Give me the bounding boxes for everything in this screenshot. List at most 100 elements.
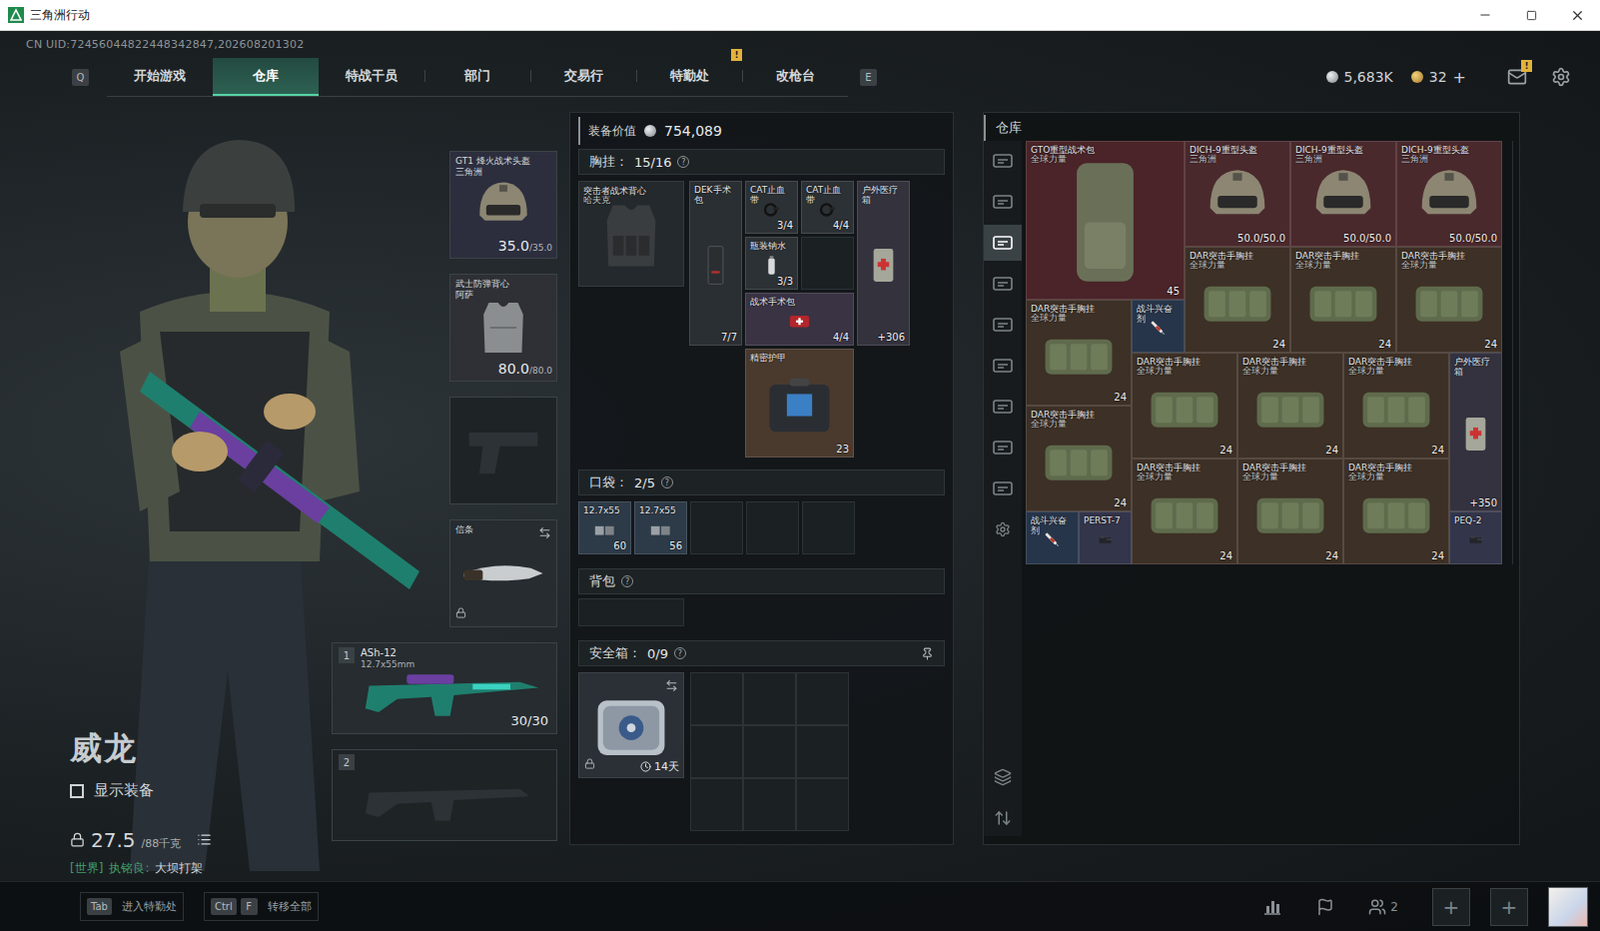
warehouse-tab[interactable] bbox=[983, 265, 1022, 302]
inventory-item[interactable]: 户外医疗箱+306 bbox=[856, 180, 910, 346]
add-currency-button[interactable]: + bbox=[1453, 67, 1467, 87]
safe-cell[interactable] bbox=[743, 778, 797, 831]
safe-box[interactable]: 14天 bbox=[578, 672, 685, 779]
warehouse-tab[interactable] bbox=[983, 183, 1022, 220]
help-button[interactable]: ? bbox=[677, 155, 690, 168]
player-avatar[interactable] bbox=[1548, 886, 1589, 927]
nav-tab[interactable]: 开始游戏 bbox=[106, 57, 213, 96]
inventory-item[interactable]: DAR突击手胸挂全球力量24 bbox=[1131, 352, 1238, 459]
safe-cell[interactable] bbox=[690, 725, 744, 779]
pin-button[interactable] bbox=[920, 647, 934, 661]
scrollbar[interactable] bbox=[1512, 140, 1514, 565]
safe-cell[interactable] bbox=[796, 672, 849, 726]
inventory-item[interactable]: DAR突击手胸挂全球力量24 bbox=[1396, 246, 1503, 353]
safe-cell[interactable] bbox=[796, 725, 849, 779]
melee-slot[interactable]: 信条 bbox=[449, 519, 558, 628]
rifle-icon bbox=[338, 768, 551, 834]
mail-button[interactable]: ! bbox=[1502, 61, 1533, 92]
inventory-item[interactable]: PERST-7 bbox=[1078, 511, 1132, 565]
inventory-item[interactable]: PEQ-2 bbox=[1449, 511, 1503, 565]
settings-button[interactable] bbox=[1546, 61, 1577, 92]
inventory-item[interactable]: 战术手术包4/4 bbox=[745, 292, 854, 346]
warehouse-settings[interactable] bbox=[983, 511, 1022, 548]
helmet-slot[interactable]: GT1 烽火战术头盔三角洲35.0/35.0 bbox=[449, 150, 558, 259]
inventory-item[interactable]: DEK手术包7/7 bbox=[689, 180, 743, 346]
next-tab-key[interactable]: E bbox=[859, 68, 877, 86]
inventory-item[interactable]: DICH-9重型头盔三角洲50.0/50.0 bbox=[1396, 140, 1503, 247]
flag-button[interactable] bbox=[1316, 897, 1335, 916]
maximize-button[interactable] bbox=[1508, 0, 1555, 31]
inventory-item[interactable]: DAR突击手胸挂全球力量24 bbox=[1131, 458, 1238, 565]
party-slot[interactable]: + bbox=[1432, 887, 1471, 926]
warehouse-tab[interactable] bbox=[983, 429, 1022, 466]
key-hint[interactable]: CtrlF转移全部 bbox=[203, 891, 319, 921]
armor-slot[interactable]: 武士防弹背心阿萨80.0/80.0 bbox=[449, 273, 558, 382]
minimize-button[interactable] bbox=[1462, 0, 1509, 31]
nav-tab[interactable]: 特战干员 bbox=[318, 57, 425, 96]
help-button[interactable]: ? bbox=[674, 647, 687, 660]
nav-tab[interactable]: 特勤处! bbox=[636, 57, 743, 96]
inventory-item[interactable]: 12.7x5560 bbox=[578, 501, 632, 555]
inventory-item[interactable]: DICH-9重型头盔三角洲50.0/50.0 bbox=[1184, 140, 1291, 247]
nav-tab[interactable]: 改枪台 bbox=[742, 57, 848, 96]
safe-cell[interactable] bbox=[743, 672, 797, 726]
list-icon[interactable] bbox=[196, 831, 212, 847]
pocket-slot[interactable] bbox=[690, 501, 744, 555]
chest-rig[interactable]: 突击者战术背心哈夫克 bbox=[578, 180, 685, 287]
swap-button[interactable] bbox=[665, 677, 679, 697]
nav-tab[interactable]: 部门 bbox=[424, 57, 531, 96]
prev-tab-key[interactable]: Q bbox=[71, 68, 89, 86]
pocket-slot[interactable] bbox=[801, 501, 855, 555]
show-gear-toggle[interactable]: 显示装备 bbox=[69, 781, 322, 800]
help-button[interactable]: ? bbox=[621, 575, 634, 588]
title-bar: 三角洲行动 bbox=[0, 0, 1600, 31]
inventory-item[interactable]: 战斗兴奋剂 bbox=[1025, 511, 1079, 565]
inventory-item[interactable]: CAT止血带4/4 bbox=[800, 180, 854, 234]
inventory-item[interactable]: CAT止血带3/4 bbox=[745, 180, 799, 234]
inventory-item[interactable]: 户外医疗箱+350 bbox=[1449, 352, 1503, 512]
inventory-item[interactable]: DAR突击手胸挂全球力量24 bbox=[1025, 405, 1132, 512]
weapon-slot[interactable]: 2 bbox=[331, 749, 558, 841]
inventory-item[interactable]: 战斗兴奋剂 bbox=[1131, 299, 1185, 353]
sort-button[interactable] bbox=[983, 800, 1022, 836]
stats-button[interactable] bbox=[1262, 897, 1283, 916]
stack-button[interactable] bbox=[983, 759, 1022, 796]
safe-cell[interactable] bbox=[690, 778, 744, 831]
inventory-item[interactable]: DAR突击手胸挂全球力量24 bbox=[1025, 299, 1132, 406]
close-button[interactable] bbox=[1554, 0, 1600, 31]
inventory-item[interactable]: DAR突击手胸挂全球力量24 bbox=[1343, 352, 1450, 459]
pocket-slot[interactable] bbox=[746, 501, 800, 555]
pistol-slot[interactable] bbox=[449, 396, 558, 505]
key-hint[interactable]: Tab进入特勤处 bbox=[79, 891, 184, 921]
weapon-slot[interactable]: 1ASh-1212.7x55mm30/30 bbox=[331, 642, 558, 735]
inventory-item[interactable]: GTO重型战术包全球力量45 bbox=[1025, 140, 1185, 300]
show-gear-checkbox[interactable] bbox=[69, 784, 84, 799]
warehouse-tab[interactable] bbox=[983, 224, 1022, 261]
friends-button[interactable]: 2 bbox=[1368, 897, 1399, 916]
inventory-item[interactable]: 精密护甲23 bbox=[745, 348, 854, 458]
inventory-item[interactable]: DAR突击手胸挂全球力量24 bbox=[1343, 458, 1450, 565]
safe-cell[interactable] bbox=[743, 725, 797, 779]
inventory-item[interactable]: DAR突击手胸挂全球力量24 bbox=[1237, 352, 1344, 459]
inventory-item[interactable]: DICH-9重型头盔三角洲50.0/50.0 bbox=[1290, 140, 1397, 247]
safe-cell[interactable] bbox=[690, 672, 744, 726]
warehouse-tab[interactable] bbox=[983, 470, 1022, 507]
inventory-item[interactable]: 12.7x5556 bbox=[634, 501, 688, 555]
warehouse-tab[interactable] bbox=[983, 388, 1022, 425]
party-slot[interactable]: + bbox=[1490, 887, 1529, 926]
warehouse-tab[interactable] bbox=[983, 142, 1022, 179]
nav-tab[interactable]: 仓库 bbox=[212, 57, 319, 96]
inventory-item[interactable]: DAR突击手胸挂全球力量24 bbox=[1290, 246, 1397, 353]
nav-tab[interactable]: 交易行 bbox=[530, 57, 637, 96]
swap-button[interactable] bbox=[538, 524, 552, 544]
grid-cell[interactable] bbox=[800, 236, 854, 290]
safe-cell[interactable] bbox=[796, 778, 849, 831]
inventory-item[interactable]: DAR突击手胸挂全球力量24 bbox=[1237, 458, 1344, 565]
inventory-item[interactable]: DAR突击手胸挂全球力量24 bbox=[1184, 246, 1291, 353]
warehouse-tab[interactable] bbox=[983, 306, 1022, 343]
warehouse-tab[interactable] bbox=[983, 347, 1022, 384]
backpack-slot[interactable] bbox=[578, 598, 685, 627]
inventory-item[interactable]: 瓶装钠水3/3 bbox=[745, 236, 799, 290]
item-count: 24 bbox=[1113, 391, 1127, 403]
help-button[interactable]: ? bbox=[661, 476, 674, 489]
